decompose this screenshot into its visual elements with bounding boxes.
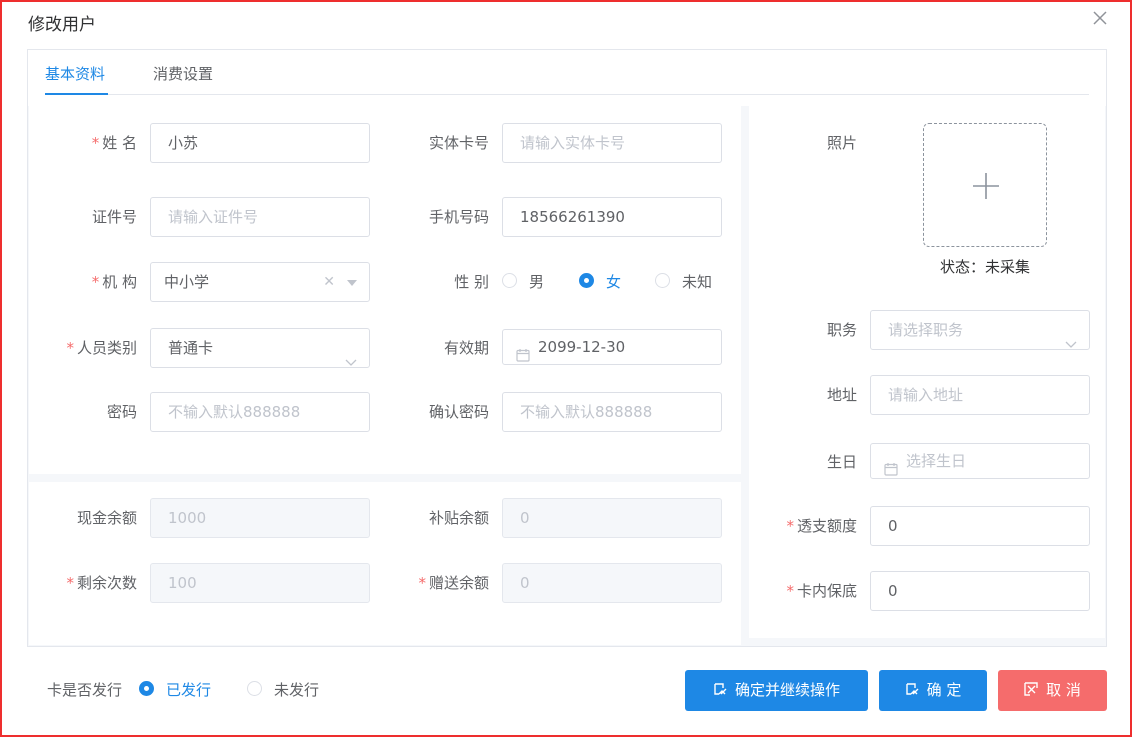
card-issued-label: 卡是否发行 bbox=[47, 681, 123, 699]
person-type-select[interactable]: 普通卡 bbox=[150, 328, 370, 368]
id-no-input[interactable]: 请输入证件号 bbox=[150, 197, 370, 237]
person-type-value: 普通卡 bbox=[168, 339, 214, 357]
photo-status-text: 状态：未采集 bbox=[939, 258, 1030, 276]
subsidy-balance-input: 0 bbox=[502, 498, 722, 538]
position-label: 职务 bbox=[826, 321, 857, 339]
name-label: * 姓 名 bbox=[91, 134, 137, 152]
clear-icon[interactable]: ✕ bbox=[323, 274, 335, 290]
person-type-label: * 人员类别 bbox=[66, 339, 137, 357]
gender-radio-unknown[interactable]: 未知 bbox=[655, 262, 712, 302]
tab-consumption-settings[interactable]: 消费设置 bbox=[153, 64, 213, 94]
caret-down-icon bbox=[347, 280, 357, 286]
valid-until-date-picker[interactable]: 2099-12-30 bbox=[502, 329, 722, 365]
tab-active-indicator bbox=[45, 93, 108, 95]
calendar-icon bbox=[884, 454, 898, 488]
radio-circle bbox=[502, 273, 517, 288]
cancel-icon bbox=[1024, 681, 1038, 696]
confirm-continue-button[interactable]: 确定并继续操作 bbox=[685, 670, 868, 711]
photo-uploader[interactable] bbox=[923, 123, 1047, 247]
tab-bar: 基本资料 消费设置 bbox=[28, 50, 1106, 106]
photo-label: 照片 bbox=[826, 134, 857, 152]
position-select[interactable]: 请选择职务 bbox=[870, 310, 1090, 350]
min-balance-label: * 卡内保底 bbox=[786, 582, 857, 600]
card-no-label: 实体卡号 bbox=[428, 134, 489, 152]
radio-circle bbox=[655, 273, 670, 288]
cash-balance-label: 现金余额 bbox=[76, 509, 137, 527]
remaining-times-input: 100 bbox=[150, 563, 370, 603]
password-label: 密码 bbox=[106, 403, 137, 421]
tab-basic-info[interactable]: 基本资料 bbox=[45, 64, 105, 94]
gender-label: 性 别 bbox=[454, 273, 489, 291]
subsidy-balance-label: 补贴余额 bbox=[428, 509, 489, 527]
calendar-icon bbox=[516, 340, 530, 374]
gender-radio-male[interactable]: 男 bbox=[502, 262, 544, 302]
radio-circle bbox=[579, 273, 594, 288]
cash-balance-input: 1000 bbox=[150, 498, 370, 538]
birthday-placeholder: 选择生日 bbox=[906, 452, 967, 470]
plus-icon bbox=[973, 173, 999, 199]
card-issued-radio-group: 已发行 未发行 bbox=[139, 670, 339, 711]
address-label: 地址 bbox=[826, 386, 857, 404]
dialog-title: 修改用户 bbox=[28, 15, 96, 35]
gift-balance-label: * 赠送余额 bbox=[418, 574, 489, 592]
confirm-password-input[interactable]: 不输入默认888888 bbox=[502, 392, 722, 432]
overdraft-input[interactable]: 0 bbox=[870, 506, 1090, 546]
valid-until-label: 有效期 bbox=[443, 339, 489, 357]
position-placeholder: 请选择职务 bbox=[888, 321, 964, 339]
address-input[interactable]: 请输入地址 bbox=[870, 375, 1090, 415]
name-input[interactable]: 小苏 bbox=[150, 123, 370, 163]
confirm-button[interactable]: 确 定 bbox=[879, 670, 987, 711]
close-icon[interactable] bbox=[1092, 10, 1112, 30]
org-select[interactable]: 中小学 ✕ bbox=[150, 262, 370, 302]
phone-input[interactable]: 18566261390 bbox=[502, 197, 722, 237]
issued-radio-yes[interactable]: 已发行 bbox=[139, 670, 211, 711]
gender-radio-female[interactable]: 女 bbox=[579, 262, 621, 302]
password-input[interactable]: 不输入默认888888 bbox=[150, 392, 370, 432]
phone-label: 手机号码 bbox=[428, 208, 489, 226]
gender-radio-group: 男 女 未知 bbox=[502, 262, 732, 302]
issued-radio-no[interactable]: 未发行 bbox=[247, 670, 319, 711]
gift-balance-input: 0 bbox=[502, 563, 722, 603]
tab-divider bbox=[45, 94, 1089, 95]
org-select-value: 中小学 bbox=[164, 273, 210, 291]
edit-icon bbox=[714, 682, 727, 695]
birthday-date-picker[interactable]: 选择生日 bbox=[870, 443, 1090, 479]
card-no-input[interactable]: 请输入实体卡号 bbox=[502, 123, 722, 163]
radio-circle bbox=[247, 681, 262, 696]
radio-circle bbox=[139, 681, 154, 696]
cancel-button[interactable]: 取 消 bbox=[998, 670, 1107, 711]
confirm-password-label: 确认密码 bbox=[428, 403, 489, 421]
overdraft-label: * 透支额度 bbox=[786, 517, 857, 535]
edit-icon bbox=[905, 682, 919, 695]
remaining-times-label: * 剩余次数 bbox=[66, 574, 137, 592]
birthday-label: 生日 bbox=[826, 453, 857, 471]
valid-until-value: 2099-12-30 bbox=[538, 338, 626, 356]
chevron-down-icon bbox=[345, 343, 357, 381]
org-label: * 机 构 bbox=[91, 273, 137, 291]
chevron-down-icon bbox=[1065, 325, 1077, 363]
id-no-label: 证件号 bbox=[91, 208, 137, 226]
min-balance-input[interactable]: 0 bbox=[870, 571, 1090, 611]
